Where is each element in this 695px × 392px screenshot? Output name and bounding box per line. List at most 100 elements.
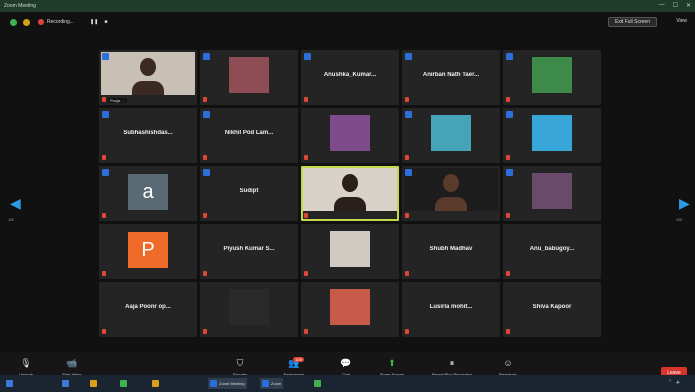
app-icon bbox=[210, 380, 217, 387]
participant-avatar: a bbox=[128, 174, 168, 210]
participant-avatar bbox=[532, 57, 572, 93]
previous-page-arrow-icon[interactable]: ◀ bbox=[10, 195, 21, 212]
pin-icon[interactable] bbox=[203, 53, 210, 60]
pin-icon[interactable] bbox=[304, 53, 311, 60]
pin-icon[interactable] bbox=[405, 169, 412, 176]
previous-page-indicator: 1/5 bbox=[8, 217, 14, 222]
taskbar-app[interactable]: Zoom bbox=[260, 378, 284, 389]
shield-icon[interactable] bbox=[10, 18, 17, 26]
pin-icon[interactable] bbox=[506, 111, 513, 118]
app-icon bbox=[262, 380, 269, 387]
view-button[interactable]: View bbox=[676, 18, 687, 24]
participant-tile[interactable] bbox=[503, 166, 601, 221]
maximize-icon[interactable]: ☐ bbox=[673, 2, 678, 9]
window-title: Zoom Meeting bbox=[4, 3, 36, 9]
window-controls: — ☐ ✕ bbox=[659, 2, 691, 9]
participant-tile[interactable] bbox=[200, 50, 298, 105]
start-menu-icon[interactable] bbox=[4, 378, 15, 389]
pin-icon[interactable] bbox=[203, 111, 210, 118]
pin-icon[interactable] bbox=[506, 169, 513, 176]
reactions-button[interactable]: ☺ Reactions bbox=[484, 357, 532, 377]
pause-recording-icon[interactable]: ❚❚ bbox=[90, 19, 98, 25]
participant-tile[interactable]: Shubh Madhav bbox=[402, 224, 500, 279]
participant-tile[interactable]: Lusirla mohit... bbox=[402, 282, 500, 337]
pin-icon[interactable] bbox=[102, 111, 109, 118]
participant-tile[interactable] bbox=[301, 282, 399, 337]
participant-name: Subhashishdas... bbox=[123, 130, 173, 136]
exit-fullscreen-button[interactable]: Exit Full Screen bbox=[607, 17, 657, 27]
participant-tile[interactable] bbox=[402, 166, 500, 221]
participant-tile[interactable]: Anu_babugoy... bbox=[503, 224, 601, 279]
close-icon[interactable]: ✕ bbox=[686, 2, 691, 9]
taskbar-app[interactable]: Zoom Meeting bbox=[208, 378, 247, 389]
taskbar-app[interactable] bbox=[60, 378, 73, 389]
app-icon bbox=[120, 380, 127, 387]
participant-video bbox=[303, 168, 397, 211]
participant-name: Aaja Poonr op... bbox=[125, 304, 171, 310]
participant-gallery: Pooja ... Anushka_Kumar... Anirban Nath T… bbox=[99, 50, 601, 338]
participant-tile[interactable] bbox=[301, 166, 399, 221]
participant-avatar bbox=[330, 289, 370, 325]
participant-tile[interactable]: Subhashishdas... bbox=[99, 108, 197, 163]
participant-tile[interactable] bbox=[503, 50, 601, 105]
security-button[interactable]: ⛉ Security bbox=[216, 357, 264, 378]
taskbar-app[interactable] bbox=[312, 378, 325, 389]
minimize-icon[interactable]: — bbox=[659, 2, 665, 9]
start-video-button[interactable]: 📹 Start Video bbox=[48, 357, 96, 378]
pin-icon[interactable] bbox=[405, 111, 412, 118]
unmute-button[interactable]: 🎙 Unmute bbox=[2, 357, 50, 378]
taskbar-app[interactable] bbox=[88, 378, 101, 389]
participant-tile[interactable] bbox=[503, 108, 601, 163]
pin-icon[interactable] bbox=[203, 169, 210, 176]
participant-tile[interactable] bbox=[301, 224, 399, 279]
participant-name: Shiva Kapoor bbox=[532, 304, 572, 310]
next-page-arrow-icon[interactable]: ▶ bbox=[679, 195, 690, 212]
participant-body bbox=[132, 81, 164, 95]
pin-icon[interactable] bbox=[506, 53, 513, 60]
participant-tile[interactable]: Anushka_Kumar... bbox=[301, 50, 399, 105]
next-page-indicator: 1/5 bbox=[676, 217, 682, 222]
participant-tile[interactable]: Aaja Poonr op... bbox=[99, 282, 197, 337]
app-icon bbox=[62, 380, 69, 387]
pin-icon[interactable] bbox=[405, 53, 412, 60]
participant-tile[interactable]: Nikhil Pod Lam... bbox=[200, 108, 298, 163]
share-screen-button[interactable]: ⬆ Share Screen bbox=[368, 357, 416, 378]
taskbar-app-label: Zoom Meeting bbox=[219, 381, 245, 386]
muted-microphone-icon bbox=[102, 155, 106, 160]
participant-tile[interactable] bbox=[200, 282, 298, 337]
speaker-icon[interactable]: 🔈 bbox=[676, 379, 681, 384]
participant-tile[interactable]: a bbox=[99, 166, 197, 221]
wifi-icon[interactable]: ⌔ bbox=[668, 378, 672, 384]
participant-tile[interactable]: P bbox=[99, 224, 197, 279]
muted-microphone-icon bbox=[203, 213, 207, 218]
taskbar-app[interactable] bbox=[118, 378, 131, 389]
pin-icon[interactable] bbox=[102, 53, 109, 60]
stop-recording-icon[interactable]: ■ bbox=[104, 19, 107, 25]
participant-tile[interactable] bbox=[301, 108, 399, 163]
participant-tile[interactable]: Shiva Kapoor bbox=[503, 282, 601, 337]
muted-microphone-icon bbox=[304, 97, 308, 102]
participant-name: Sudipt bbox=[239, 188, 259, 194]
participant-tile[interactable] bbox=[402, 108, 500, 163]
taskbar-app[interactable] bbox=[150, 378, 163, 389]
muted-microphone-icon bbox=[203, 329, 207, 334]
participant-avatar bbox=[532, 115, 572, 151]
participant-avatar bbox=[229, 289, 269, 325]
app-icon bbox=[314, 380, 321, 387]
participant-video bbox=[404, 168, 498, 211]
info-icon[interactable] bbox=[23, 18, 30, 26]
muted-microphone-icon bbox=[203, 155, 207, 160]
chat-button[interactable]: 💬 Chat bbox=[322, 357, 370, 378]
pin-icon[interactable] bbox=[102, 169, 109, 176]
muted-microphone-icon bbox=[405, 97, 409, 102]
pause-stop-recording-button[interactable]: ⏸ Pause/Stop Recording bbox=[428, 357, 476, 378]
participant-tile[interactable]: Anirban Nath Taer... bbox=[402, 50, 500, 105]
participant-tile[interactable]: Piyush Kumar S... bbox=[200, 224, 298, 279]
os-taskbar: ⌔ 🔈 Zoom Meeting Zoom bbox=[0, 375, 695, 392]
participant-avatar bbox=[330, 115, 370, 151]
participant-tile[interactable]: Sudipt bbox=[200, 166, 298, 221]
participant-tile[interactable]: Pooja ... bbox=[99, 50, 197, 105]
participant-avatar bbox=[330, 231, 370, 267]
participants-button[interactable]: 👥 100 Participants bbox=[270, 357, 318, 377]
muted-microphone-icon bbox=[506, 97, 510, 102]
